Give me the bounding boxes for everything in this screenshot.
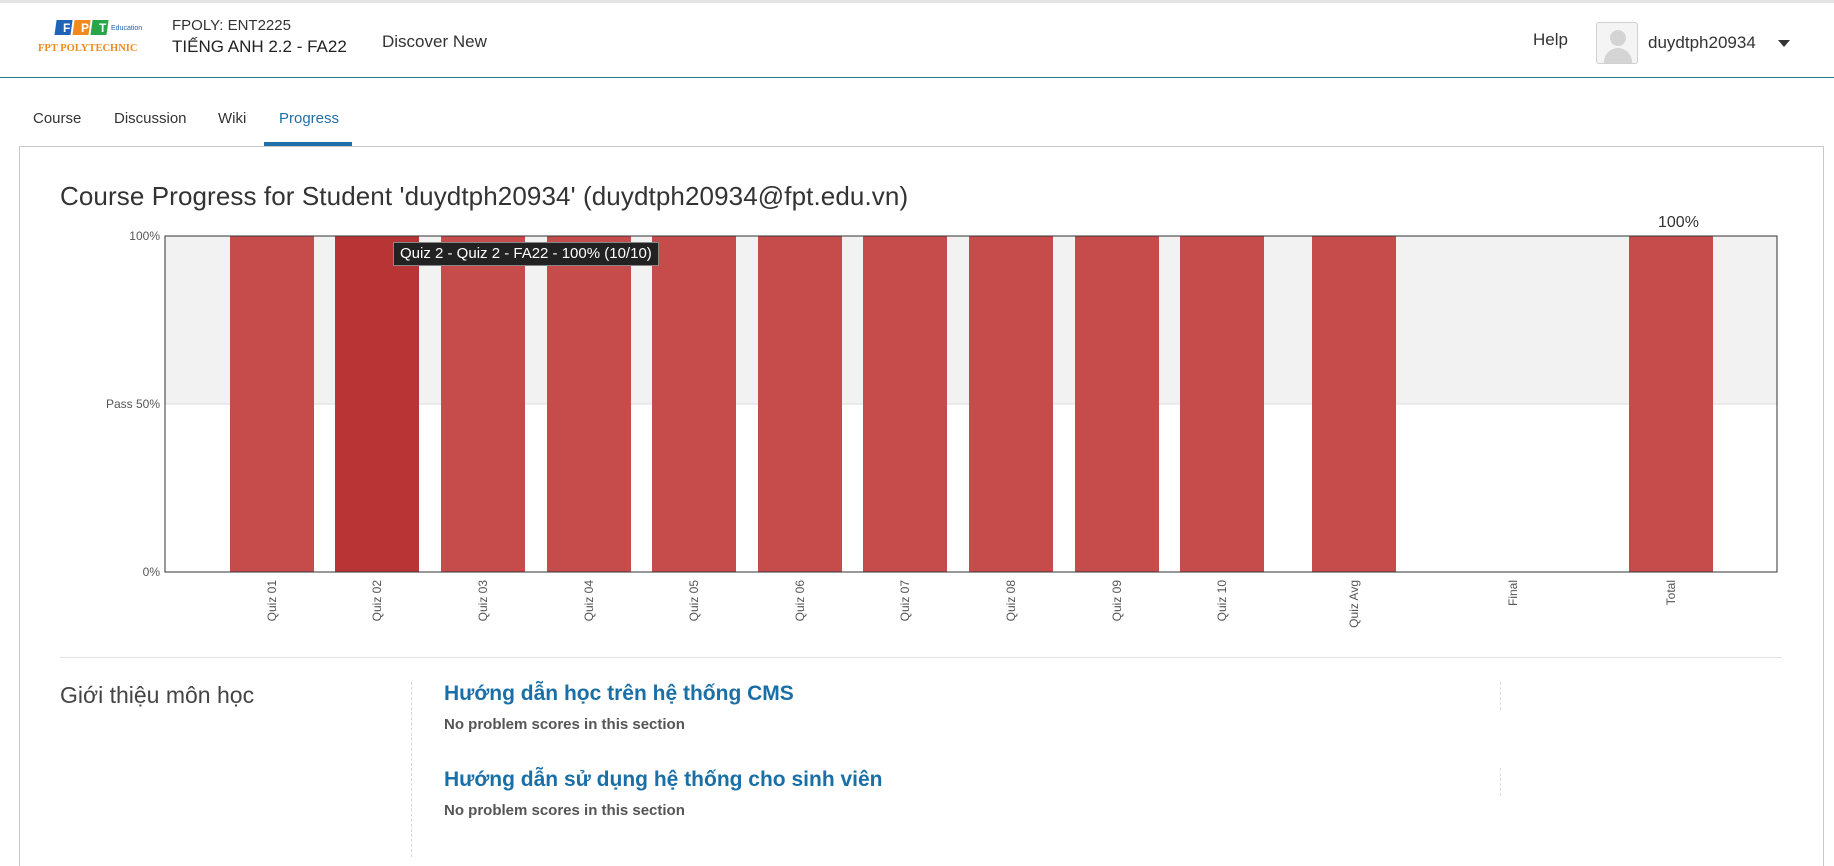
bar-quiz-02[interactable] [335,236,419,572]
section-item: Hướng dẫn học trên hệ thống CMS No probl… [444,682,794,733]
section-item: Hướng dẫn sử dụng hệ thống cho sinh viên… [444,768,883,819]
course-org: FPOLY: ENT2225 [172,17,291,34]
section-link[interactable]: Hướng dẫn sử dụng hệ thống cho sinh viên [444,768,883,792]
user-menu-button[interactable]: duydtph20934 [1596,22,1790,64]
bar-quiz-06[interactable] [758,236,842,572]
site-header: F P T Education FPT POLYTECHNIC FPOLY: E… [0,3,1834,78]
section-note: No problem scores in this section [444,802,685,819]
logo-sub-text: Education [111,25,142,32]
chapter-divider [411,682,412,857]
section-score-divider [1500,768,1501,796]
help-link[interactable]: Help [1533,30,1568,50]
bar-quiz-10[interactable] [1180,236,1264,572]
bar-quiz-04[interactable] [547,236,631,572]
course-tabs: Course Discussion Wiki Progress [0,96,1834,148]
bar-quiz-03[interactable] [441,236,525,572]
logo-text: FPT POLYTECHNIC [38,43,137,54]
svg-text:T: T [99,21,107,35]
tab-progress[interactable]: Progress [279,110,339,127]
svg-text:F: F [63,21,70,35]
bar-total[interactable] [1629,236,1713,572]
section-divider [60,657,1782,658]
bar-quiz-05[interactable] [652,236,736,572]
svg-text:P: P [81,21,89,35]
bar-quiz-09[interactable] [1075,236,1159,572]
username: duydtph20934 [1648,33,1756,52]
avatar [1596,22,1638,64]
fpt-polytechnic-logo[interactable]: F P T Education FPT POLYTECHNIC [38,17,154,63]
section-score-divider [1500,682,1501,710]
page-title: Course Progress for Student 'duydtph2093… [60,181,909,211]
tab-course[interactable]: Course [33,110,81,127]
tab-wiki[interactable]: Wiki [218,110,246,127]
chapter-title: Giới thiệu môn học [60,682,255,708]
section-note: No problem scores in this section [444,716,685,733]
total-value-label: 100% [1658,214,1699,231]
bar-tooltip: Quiz 2 - Quiz 2 - FA22 - 100% (10/10) [393,242,659,266]
section-link[interactable]: Hướng dẫn học trên hệ thống CMS [444,682,794,706]
course-name: TIẾNG ANH 2.2 - FA22 [172,37,347,56]
bar-quiz-07[interactable] [863,236,947,572]
bar-quiz-08[interactable] [969,236,1053,572]
bar-quiz-01[interactable] [230,236,314,572]
tab-discussion[interactable]: Discussion [114,110,187,127]
chevron-down-icon[interactable] [1777,39,1790,47]
discover-new-link[interactable]: Discover New [382,32,487,52]
bar-quiz-avg[interactable] [1312,236,1396,572]
